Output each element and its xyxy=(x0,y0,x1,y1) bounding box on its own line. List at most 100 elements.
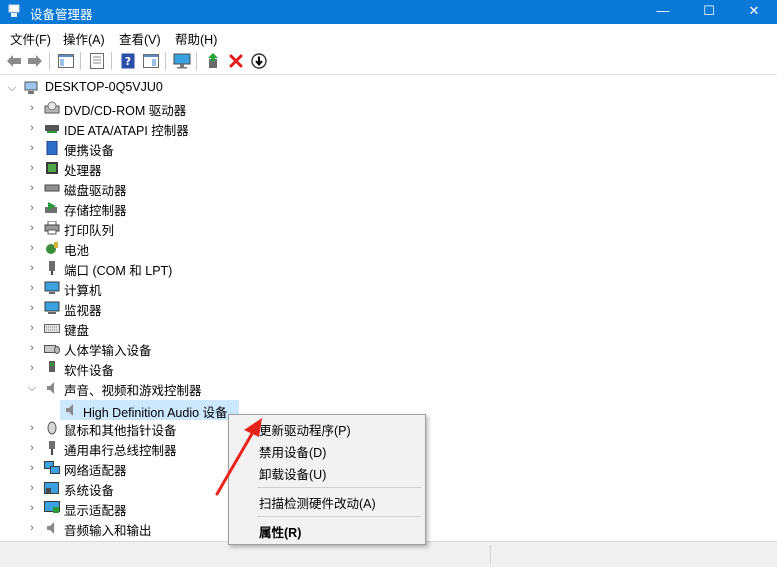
properties-icon[interactable] xyxy=(87,51,107,71)
tree-category-label: DVD/CD-ROM 驱动器 xyxy=(64,104,187,118)
expand-chevron-icon[interactable]: › xyxy=(26,478,38,498)
tree-category[interactable]: › 磁盘驱动器 xyxy=(0,178,300,198)
speaker-icon xyxy=(66,404,73,416)
tree-category[interactable]: › 键盘 xyxy=(0,318,300,338)
disable-device-menu-item[interactable]: 禁用设备(D) xyxy=(259,442,326,461)
back-arrow-icon[interactable] xyxy=(4,51,24,71)
software-device-icon xyxy=(49,361,55,372)
toolbar-separator xyxy=(49,52,50,70)
title-bar: 设备管理器 — ☐ ✕ xyxy=(0,0,777,24)
tree-device[interactable]: High Definition Audio 设备 xyxy=(60,400,240,420)
tree-category[interactable]: › 端口 (COM 和 LPT) xyxy=(0,258,300,278)
close-button[interactable]: ✕ xyxy=(731,0,777,24)
context-menu: 更新驱动程序(P) 禁用设备(D) 卸载设备(U) 扫描检测硬件改动(A) 属性… xyxy=(228,414,426,545)
collapse-chevron-icon[interactable]: ⌵ xyxy=(6,78,18,98)
minimize-button[interactable]: — xyxy=(640,0,686,24)
toolbar-separator xyxy=(196,52,197,70)
expand-chevron-icon[interactable]: › xyxy=(26,498,38,518)
download-icon[interactable] xyxy=(249,51,269,71)
tree-category[interactable]: › 打印队列 xyxy=(0,218,300,238)
tree-category[interactable]: › 便携设备 xyxy=(0,138,300,158)
expand-chevron-icon[interactable]: › xyxy=(26,318,38,338)
tree-category[interactable]: › 人体学输入设备 xyxy=(0,338,300,358)
collapse-chevron-icon[interactable]: ⌵ xyxy=(26,378,38,398)
toolbar-separator xyxy=(165,52,166,70)
tree-category-label: 声音、视频和游戏控制器 xyxy=(64,384,202,398)
dvd-drive-icon xyxy=(44,101,60,114)
expand-chevron-icon[interactable]: › xyxy=(26,358,38,378)
tree-category-label: 便携设备 xyxy=(64,144,115,158)
menu-help[interactable]: 帮助(H) xyxy=(175,29,217,48)
usb-icon xyxy=(49,441,55,455)
expand-chevron-icon[interactable]: › xyxy=(26,138,38,158)
tree-category-label: 电池 xyxy=(64,244,90,258)
menu-separator xyxy=(257,516,421,517)
uninstall-device-menu-item[interactable]: 卸载设备(U) xyxy=(259,464,326,483)
tree-category[interactable]: › 存储控制器 xyxy=(0,198,300,218)
battery-icon xyxy=(46,242,58,254)
toolbar-separator xyxy=(111,52,112,70)
tree-category-label: 监视器 xyxy=(64,304,102,318)
speaker-icon xyxy=(47,382,54,394)
expand-chevron-icon[interactable]: › xyxy=(26,518,38,538)
monitor-icon[interactable] xyxy=(172,51,192,71)
expand-chevron-icon[interactable]: › xyxy=(26,438,38,458)
expand-chevron-icon[interactable]: › xyxy=(26,198,38,218)
disk-drive-icon xyxy=(44,184,60,192)
tree-category[interactable]: › 处理器 xyxy=(0,158,300,178)
tree-category-label: 处理器 xyxy=(64,164,102,178)
portable-device-icon xyxy=(46,141,58,155)
tree-category-label: IDE ATA/ATAPI 控制器 xyxy=(64,124,189,138)
tree-category-label: 音频输入和输出 xyxy=(64,524,152,538)
expand-chevron-icon[interactable]: › xyxy=(26,178,38,198)
tree-category[interactable]: › IDE ATA/ATAPI 控制器 xyxy=(0,118,300,138)
expand-chevron-icon[interactable]: › xyxy=(26,418,38,438)
tree-category[interactable]: › 软件设备 xyxy=(0,358,300,378)
hid-icon xyxy=(44,345,60,354)
menu-separator xyxy=(257,487,421,488)
tree-category-label: 计算机 xyxy=(64,284,102,298)
expand-chevron-icon[interactable]: › xyxy=(26,298,38,318)
expand-chevron-icon[interactable]: › xyxy=(26,258,38,278)
expand-chevron-icon[interactable]: › xyxy=(26,118,38,138)
update-driver-icon[interactable] xyxy=(203,51,223,71)
port-icon xyxy=(49,261,55,275)
tree-category[interactable]: › 计算机 xyxy=(0,278,300,298)
menu-action[interactable]: 操作(A) xyxy=(63,29,105,48)
printer-icon xyxy=(44,221,60,235)
expand-chevron-icon[interactable]: › xyxy=(26,278,38,298)
console-tree-icon[interactable] xyxy=(56,51,76,71)
computer-icon xyxy=(44,281,60,294)
action-pane-icon[interactable] xyxy=(141,51,161,71)
expand-chevron-icon[interactable]: › xyxy=(26,338,38,358)
scan-hardware-menu-item[interactable]: 扫描检测硬件改动(A) xyxy=(259,493,376,512)
display-adapter-icon xyxy=(44,501,60,513)
expand-chevron-icon[interactable]: › xyxy=(26,238,38,258)
expand-chevron-icon[interactable]: › xyxy=(26,158,38,178)
tree-category[interactable]: ⌵ 声音、视频和游戏控制器 xyxy=(0,378,300,398)
tree-category[interactable]: › 监视器 xyxy=(0,298,300,318)
tree-root[interactable]: ⌵ DESKTOP-0Q5VJU0 xyxy=(0,78,260,98)
system-device-icon xyxy=(44,482,59,494)
speaker-icon xyxy=(47,522,54,534)
svg-text:?: ? xyxy=(125,55,131,68)
tree-category[interactable]: › 电池 xyxy=(0,238,300,258)
tree-category-label: 人体学输入设备 xyxy=(64,344,152,358)
tree-category-label: 鼠标和其他指针设备 xyxy=(64,424,177,438)
properties-menu-item[interactable]: 属性(R) xyxy=(259,522,301,541)
update-driver-menu-item[interactable]: 更新驱动程序(P) xyxy=(259,420,351,439)
uninstall-icon[interactable] xyxy=(226,51,246,71)
keyboard-icon xyxy=(44,324,60,333)
maximize-button[interactable]: ☐ xyxy=(686,0,732,24)
menu-view[interactable]: 查看(V) xyxy=(119,29,161,48)
toolbar: ? xyxy=(0,48,777,75)
expand-chevron-icon[interactable]: › xyxy=(26,218,38,238)
forward-arrow-icon[interactable] xyxy=(25,51,45,71)
help-icon[interactable]: ? xyxy=(118,51,138,71)
expand-chevron-icon[interactable]: › xyxy=(26,458,38,478)
tree-category[interactable]: › DVD/CD-ROM 驱动器 xyxy=(0,98,300,118)
tree-category-label: 打印队列 xyxy=(64,224,115,238)
expand-chevron-icon[interactable]: › xyxy=(26,98,38,118)
tree-category-label: 端口 (COM 和 LPT) xyxy=(64,264,173,278)
menu-file[interactable]: 文件(F) xyxy=(10,29,51,48)
